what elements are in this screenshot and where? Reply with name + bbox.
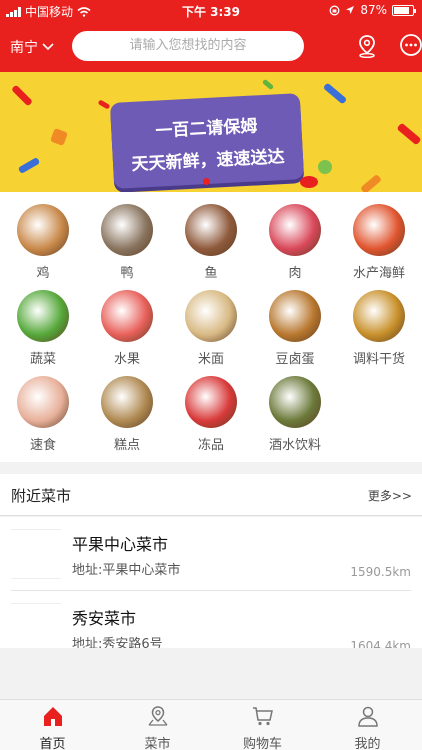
category-item[interactable]: 水果 <box>85 278 169 367</box>
category-image <box>185 204 237 256</box>
market-name: 平果中心菜市 <box>72 535 169 554</box>
confetti-shape <box>97 99 111 110</box>
category-item[interactable]: 蔬菜 <box>1 278 85 367</box>
nearby-title: 附近菜市 <box>11 487 72 505</box>
category-item[interactable]: 速食 <box>1 364 85 453</box>
category-image <box>101 376 153 428</box>
tab-cart[interactable]: 购物车 <box>210 700 315 750</box>
category-image <box>269 290 321 342</box>
category-item[interactable]: 肉 <box>253 192 337 281</box>
category-label: 调料干货 <box>352 352 405 367</box>
banner-line1: 一百二请保姆 <box>154 116 258 142</box>
category-item[interactable]: 鸭 <box>85 192 169 281</box>
category-label: 速食 <box>29 438 56 453</box>
category-image <box>353 204 405 256</box>
market-item[interactable]: 平果中心菜市 地址:平果中心菜市 1590.5km <box>0 517 422 591</box>
category-grid: 鸡鸭鱼肉水产海鲜蔬菜 水果 米面 豆卤蛋 调料干货速食 糕点 冻品 酒水饮料 <box>0 192 422 462</box>
tab-home[interactable]: 首页 <box>0 700 105 750</box>
category-image <box>101 204 153 256</box>
category-item[interactable]: 米面 <box>169 278 253 367</box>
bottom-tab-bar: 首页 菜市 购物车 我的 <box>0 699 422 750</box>
category-image <box>353 290 405 342</box>
nearby-header: 附近菜市 更多>> <box>0 474 422 516</box>
category-item[interactable]: 冻品 <box>169 364 253 453</box>
market-list: 平果中心菜市 地址:平果中心菜市 1590.5km 秀安菜市 地址:秀安路6号 … <box>0 517 422 648</box>
category-item[interactable]: 鱼 <box>169 192 253 281</box>
tab-label: 购物车 <box>242 737 282 750</box>
category-image <box>17 376 69 428</box>
rotation-lock-icon <box>329 5 340 15</box>
top-header: 南宁 请输入您想找的内容 <box>0 22 422 72</box>
promo-banner[interactable]: 一百二请保姆 天天新鲜，速速送达 <box>0 72 422 192</box>
confetti-shape <box>322 82 348 105</box>
more-link[interactable]: 更多>> <box>368 487 412 504</box>
category-item[interactable]: 糕点 <box>85 364 169 453</box>
category-label: 酒水饮料 <box>268 438 321 453</box>
category-label: 冻品 <box>197 438 224 453</box>
category-item[interactable]: 酒水饮料 <box>253 364 337 453</box>
category-image <box>269 376 321 428</box>
confetti-shape <box>261 78 275 91</box>
category-image <box>101 290 153 342</box>
pepper-decoration <box>300 176 318 188</box>
market-distance: 1604.4km <box>350 639 411 648</box>
tab-market[interactable]: 菜市 <box>105 700 210 750</box>
city-selector[interactable]: 南宁 <box>10 37 54 57</box>
category-image <box>185 376 237 428</box>
confetti-shape <box>11 84 33 107</box>
location-icon[interactable] <box>354 33 380 59</box>
tab-label: 菜市 <box>144 737 171 750</box>
category-item[interactable]: 豆卤蛋 <box>253 278 337 367</box>
search-input[interactable]: 请输入您想找的内容 <box>72 31 304 61</box>
market-address: 地址:平果中心菜市 <box>72 563 181 578</box>
category-image <box>17 290 69 342</box>
status-right: 87% <box>329 3 416 17</box>
tab-label: 首页 <box>39 737 66 750</box>
category-label: 糕点 <box>113 438 140 453</box>
tab-profile[interactable]: 我的 <box>315 700 420 750</box>
location-arrow-icon <box>346 6 355 14</box>
carousel-indicator[interactable] <box>203 178 210 185</box>
category-image <box>17 204 69 256</box>
tab-label: 我的 <box>354 737 381 750</box>
battery-percent: 87% <box>360 3 387 17</box>
market-thumbnail <box>11 603 61 648</box>
map-pin-icon <box>147 706 168 726</box>
confetti-shape <box>360 173 382 192</box>
market-item[interactable]: 秀安菜市 地址:秀安路6号 1604.4km <box>0 591 422 648</box>
status-bar: 中国移动 下午 3:39 87% <box>0 0 422 22</box>
city-name: 南宁 <box>10 40 38 56</box>
cart-icon <box>252 707 273 726</box>
market-name: 秀安菜市 <box>72 609 137 628</box>
category-image <box>185 290 237 342</box>
confetti-shape <box>50 128 68 146</box>
battery-icon <box>392 4 416 16</box>
confetti-shape <box>17 156 41 175</box>
category-image <box>269 204 321 256</box>
message-icon[interactable] <box>398 33 422 59</box>
banner-sign: 一百二请保姆 天天新鲜，速速送达 <box>109 93 305 189</box>
category-item[interactable]: 调料干货 <box>337 278 421 367</box>
user-icon <box>357 706 378 727</box>
banner-line2: 天天新鲜，速速送达 <box>131 146 285 175</box>
category-item[interactable]: 鸡 <box>1 192 85 281</box>
leaf-decoration <box>318 160 332 174</box>
category-item[interactable]: 水产海鲜 <box>337 192 421 281</box>
confetti-shape <box>396 122 422 146</box>
market-address: 地址:秀安路6号 <box>72 637 163 648</box>
home-icon <box>43 707 62 726</box>
market-distance: 1590.5km <box>350 565 411 579</box>
market-thumbnail <box>11 529 61 579</box>
chevron-down-icon <box>42 43 54 51</box>
